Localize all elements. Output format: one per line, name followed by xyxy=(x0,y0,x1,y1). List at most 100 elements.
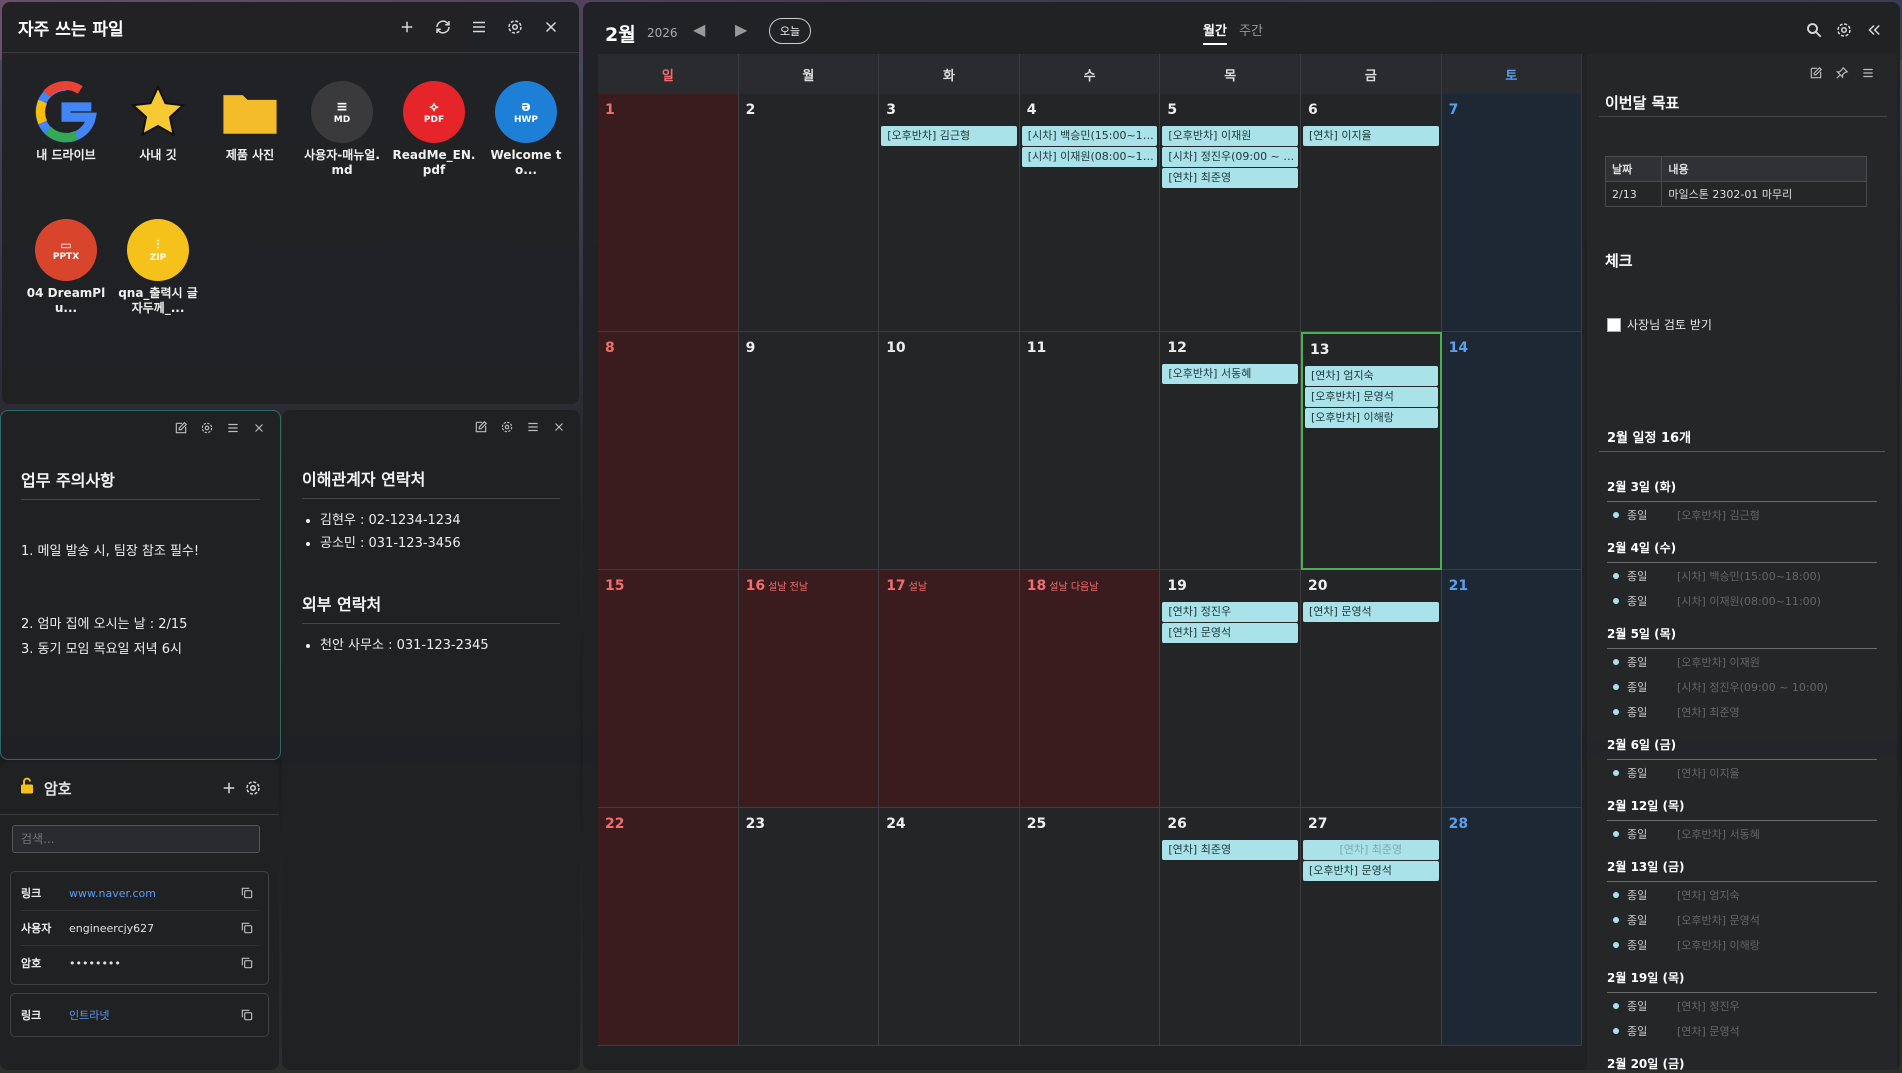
calendar-event[interactable]: [연차] 최준영 xyxy=(1162,840,1298,860)
schedule-item[interactable]: 종일 [오후반차] 김근형 xyxy=(1607,502,1877,527)
calendar-day-cell[interactable]: 15 xyxy=(598,570,739,808)
refresh-icon[interactable] xyxy=(431,15,455,39)
calendar-event[interactable]: [오후반차] 서동혜 xyxy=(1162,364,1298,384)
calendar-event[interactable]: [연차] 정진우 xyxy=(1162,602,1298,622)
schedule-item[interactable]: 종일 [오후반차] 서동혜 xyxy=(1607,821,1877,846)
gear-icon[interactable] xyxy=(503,15,527,39)
file-item[interactable]: 제품 사진 xyxy=(206,80,294,163)
menu-icon[interactable] xyxy=(222,417,244,439)
calendar-day-cell[interactable]: 27 [연차] 최준영 [오후반차] 문영석 xyxy=(1301,808,1442,1046)
calendar-day-cell[interactable]: 11 xyxy=(1019,332,1161,570)
calendar-day-cell[interactable]: 21 xyxy=(1441,570,1583,808)
prev-month-icon[interactable]: ◀ xyxy=(693,20,705,39)
edit-icon[interactable] xyxy=(1805,62,1827,84)
memo-content[interactable]: 업무 주의사항 1. 메일 발송 시, 팀장 참조 필수! 2. 엄마 집에 오… xyxy=(1,445,280,669)
tab-weekly[interactable]: 주간 xyxy=(1239,24,1263,39)
calendar-day-cell[interactable]: 18 설날 다음날 xyxy=(1019,570,1161,808)
calendar-day-cell[interactable]: 24 xyxy=(879,808,1020,1046)
collapse-icon[interactable] xyxy=(1862,18,1886,42)
calendar-day-cell[interactable]: 7 xyxy=(1441,94,1583,332)
calendar-event[interactable]: [연차] 최준영 xyxy=(1303,840,1439,860)
calendar-event[interactable]: [연차] 이지율 xyxy=(1303,126,1439,146)
file-item[interactable]: ▭ PPTX 04 DreamPlu... xyxy=(22,218,110,316)
calendar-day-cell[interactable]: 14 xyxy=(1441,332,1583,570)
calendar-day-cell[interactable]: 26 [연차] 최준영 xyxy=(1160,808,1301,1046)
schedule-item[interactable]: 종일 [오후반차] 이해랑 xyxy=(1607,932,1877,957)
calendar-event[interactable]: [연차] 문영석 xyxy=(1303,602,1439,622)
gear-icon[interactable] xyxy=(1832,18,1856,42)
schedule-item[interactable]: 종일 [연차] 정진우 xyxy=(1607,993,1877,1018)
menu-icon[interactable] xyxy=(1857,62,1879,84)
calendar-event[interactable]: [시차] 정진우(09:00 ~ 1... xyxy=(1162,147,1298,167)
tab-monthly[interactable]: 월간 xyxy=(1203,24,1227,45)
pin-icon[interactable] xyxy=(1831,62,1853,84)
calendar-day-cell[interactable]: 1 xyxy=(598,94,739,332)
menu-icon[interactable] xyxy=(467,15,491,39)
schedule-item[interactable]: 종일 [시차] 정진우(09:00 ~ 10:00) xyxy=(1607,674,1877,699)
calendar-day-cell[interactable]: 19 [연차] 정진우 [연차] 문영석 xyxy=(1160,570,1301,808)
calendar-day-cell[interactable]: 2 xyxy=(738,94,880,332)
menu-icon[interactable] xyxy=(522,416,544,438)
calendar-event[interactable]: [오후반차] 문영석 xyxy=(1303,861,1439,881)
calendar-day-cell[interactable]: 10 xyxy=(879,332,1020,570)
copy-icon[interactable] xyxy=(236,917,258,939)
file-item[interactable]: ǝ HWP Welcome to... xyxy=(482,80,570,178)
calendar-day-cell[interactable]: 23 xyxy=(738,808,880,1046)
schedule-item[interactable]: 종일 [연차] 이지율 xyxy=(1607,760,1877,785)
calendar-day-cell[interactable]: 17 설날 xyxy=(879,570,1020,808)
calendar-day-cell[interactable]: 12 [오후반차] 서동혜 xyxy=(1160,332,1301,570)
edit-icon[interactable] xyxy=(470,416,492,438)
calendar-day-cell[interactable]: 22 xyxy=(598,808,739,1046)
file-item[interactable]: ≡ MD 사용자-매뉴얼.md xyxy=(298,80,386,178)
calendar-event[interactable]: [오후반차] 이재원 xyxy=(1162,126,1298,146)
close-icon[interactable] xyxy=(539,15,563,39)
add-icon[interactable] xyxy=(217,776,241,800)
calendar-day-cell[interactable]: 8 xyxy=(598,332,739,570)
schedule-item[interactable]: 종일 [오후반차] 문영석 xyxy=(1607,907,1877,932)
calendar-event[interactable]: [시차] 백승민(15:00~18:... xyxy=(1021,126,1158,146)
file-item[interactable]: ⟡ PDF ReadMe_EN.pdf xyxy=(390,80,478,178)
next-month-icon[interactable]: ▶ xyxy=(735,20,747,39)
calendar-day-cell[interactable]: 20 [연차] 문영석 xyxy=(1301,570,1442,808)
search-input[interactable] xyxy=(12,825,260,853)
link-value[interactable]: www.naver.com xyxy=(69,887,236,900)
copy-icon[interactable] xyxy=(236,882,258,904)
calendar-day-cell[interactable]: 28 xyxy=(1441,808,1583,1046)
schedule-item[interactable]: 종일 [연차] 문영석 xyxy=(1607,1018,1877,1043)
close-icon[interactable] xyxy=(248,417,270,439)
edit-icon[interactable] xyxy=(170,417,192,439)
copy-icon[interactable] xyxy=(236,952,258,974)
check-item[interactable]: 사장님 검토 받기 xyxy=(1607,316,1712,333)
calendar-event[interactable]: [시차] 이재원(08:00~11:... xyxy=(1021,147,1158,167)
calendar-event[interactable]: [연차] 엄지숙 xyxy=(1305,366,1438,386)
calendar-day-cell[interactable]: 4 [시차] 백승민(15:00~18:... [시차] 이재원(08:00~11:… xyxy=(1019,94,1161,332)
gear-icon[interactable] xyxy=(241,776,265,800)
calendar-event[interactable]: [연차] 문영석 xyxy=(1162,623,1298,643)
schedule-item[interactable]: 종일 [시차] 백승민(15:00~18:00) xyxy=(1607,563,1877,588)
calendar-event[interactable]: [오후반차] 이해랑 xyxy=(1305,408,1438,428)
search-icon[interactable] xyxy=(1802,18,1826,42)
file-item[interactable]: 사내 깃 xyxy=(114,80,202,163)
schedule-item[interactable]: 종일 [오후반차] 이재원 xyxy=(1607,649,1877,674)
schedule-item[interactable]: 종일 [연차] 엄지숙 xyxy=(1607,882,1877,907)
memo-content[interactable]: 이해관계자 연락처 김현우 : 02-1234-1234 공소민 : 031-1… xyxy=(282,444,580,663)
gear-icon[interactable] xyxy=(196,417,218,439)
schedule-item[interactable]: 종일 [시차] 이재원(08:00~11:00) xyxy=(1607,588,1877,613)
add-icon[interactable] xyxy=(395,15,419,39)
link-value[interactable]: 인트라넷 xyxy=(69,1007,236,1023)
calendar-event[interactable]: [연차] 최준영 xyxy=(1162,168,1298,188)
today-button[interactable]: 오늘 xyxy=(769,18,811,44)
calendar-day-cell[interactable]: 13 [연차] 엄지숙 [오후반차] 문영석 [오후반차] 이해랑 xyxy=(1301,332,1442,570)
calendar-day-cell[interactable]: 9 xyxy=(738,332,880,570)
close-icon[interactable] xyxy=(548,416,570,438)
copy-icon[interactable] xyxy=(236,1004,258,1026)
calendar-day-cell[interactable]: 16 설날 전날 xyxy=(738,570,880,808)
schedule-item[interactable]: 종일 [연차] 최준영 xyxy=(1607,699,1877,724)
calendar-event[interactable]: [오후반차] 김근형 xyxy=(881,126,1017,146)
calendar-day-cell[interactable]: 3 [오후반차] 김근형 xyxy=(879,94,1020,332)
calendar-day-cell[interactable]: 25 xyxy=(1019,808,1161,1046)
gear-icon[interactable] xyxy=(496,416,518,438)
calendar-event[interactable]: [오후반차] 문영석 xyxy=(1305,387,1438,407)
calendar-day-cell[interactable]: 6 [연차] 이지율 xyxy=(1301,94,1442,332)
calendar-day-cell[interactable]: 5 [오후반차] 이재원 [시차] 정진우(09:00 ~ 1... [연차] 최준영 xyxy=(1160,94,1301,332)
